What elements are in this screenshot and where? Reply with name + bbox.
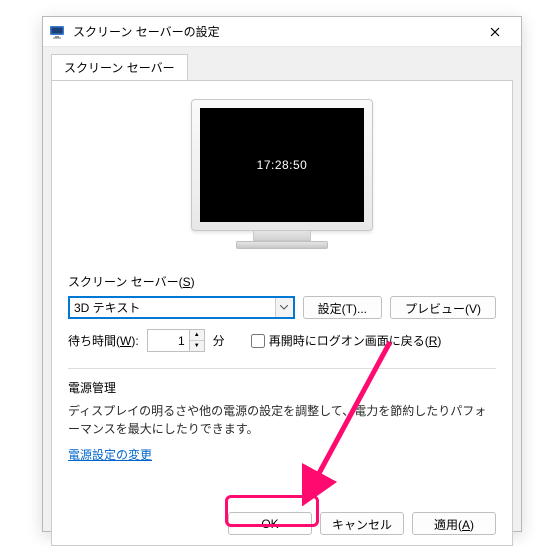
tab-screensaver[interactable]: スクリーン セーバー [51, 54, 188, 81]
wait-label: 待ち時間(W): [68, 332, 139, 349]
resume-checkbox[interactable] [251, 334, 265, 348]
monitor-preview: 17:28:50 [191, 99, 373, 249]
monitor-frame: 17:28:50 [191, 99, 373, 231]
ok-button[interactable]: OK [228, 512, 312, 535]
resume-checkbox-row[interactable]: 再開時にログオン画面に戻る(R) [251, 332, 442, 349]
apply-button[interactable]: 適用(A) [412, 512, 496, 535]
wait-spinner[interactable]: ▲ ▼ [147, 329, 205, 352]
screensaver-dropdown-input[interactable] [70, 298, 275, 317]
power-settings-link[interactable]: 電源設定の変更 [68, 448, 152, 462]
spinner-down[interactable]: ▼ [190, 341, 204, 351]
wait-input[interactable] [147, 329, 189, 352]
titlebar: スクリーン セーバーの設定 [43, 17, 521, 47]
preview-clock-text: 17:28:50 [257, 158, 308, 172]
cancel-button[interactable]: キャンセル [320, 512, 404, 535]
close-button[interactable] [475, 18, 515, 46]
power-heading: 電源管理 [68, 379, 496, 396]
screensaver-dropdown[interactable] [68, 296, 295, 319]
screensaver-icon [49, 24, 65, 40]
dialog-buttons: OK キャンセル 適用(A) [228, 512, 496, 535]
resume-label: 再開時にログオン画面に戻る(R) [269, 332, 442, 349]
divider [68, 368, 496, 369]
dropdown-button[interactable] [275, 298, 293, 317]
power-description: ディスプレイの明るさや他の電源の設定を調整して、電力を節約したりパフォーマンスを… [68, 402, 496, 438]
screensaver-section-label: スクリーン セーバー(S) [68, 273, 496, 290]
screensaver-settings-dialog: スクリーン セーバーの設定 スクリーン セーバー 17:28:50 スクリーン … [42, 16, 522, 532]
settings-button[interactable]: 設定(T)... [303, 296, 382, 319]
power-section: 電源管理 ディスプレイの明るさや他の電源の設定を調整して、電力を節約したりパフォ… [68, 379, 496, 463]
tab-strip: スクリーン セーバー [43, 47, 521, 80]
wait-unit: 分 [213, 332, 225, 349]
monitor-screen: 17:28:50 [200, 108, 364, 222]
monitor-stand [253, 231, 311, 241]
close-icon [490, 27, 500, 37]
preview-button[interactable]: プレビュー(V) [390, 296, 496, 319]
chevron-down-icon [280, 305, 288, 310]
monitor-base [236, 241, 328, 249]
spinner-up[interactable]: ▲ [190, 330, 204, 341]
tab-panel: 17:28:50 スクリーン セーバー(S) 設定(T)... プレビュー(V) [51, 80, 513, 546]
spinner-buttons[interactable]: ▲ ▼ [189, 329, 205, 352]
window-title: スクリーン セーバーの設定 [73, 23, 475, 40]
